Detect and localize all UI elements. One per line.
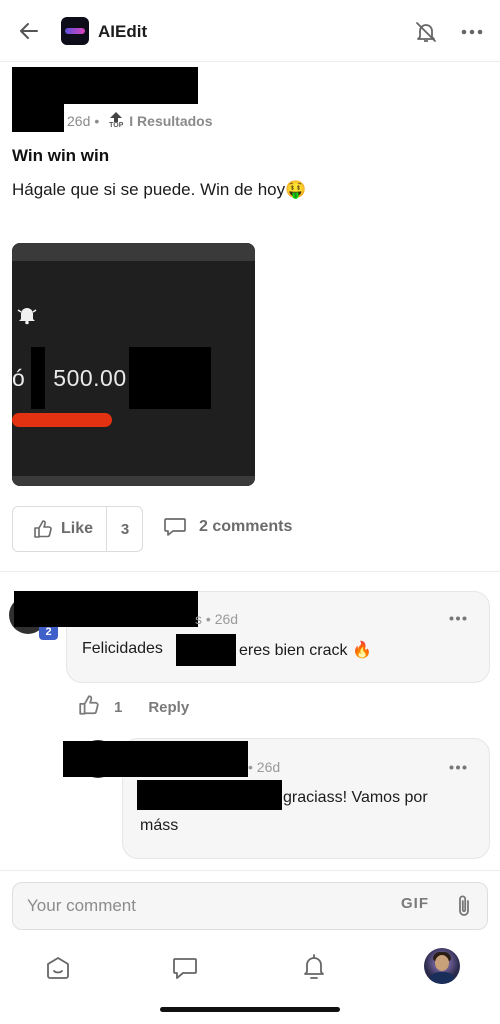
comment-text-end: eres bien crack 🔥	[239, 642, 372, 659]
chat-icon[interactable]	[171, 954, 199, 982]
top-label: TOP	[109, 122, 124, 129]
comment-like-count: 1	[114, 698, 123, 716]
redacted-commenter-name	[14, 591, 198, 627]
reply-meta: • 26d	[248, 759, 280, 775]
profile-avatar[interactable]	[424, 948, 460, 984]
app-title[interactable]: AIEdit	[98, 22, 147, 42]
notifications-off-icon[interactable]	[412, 18, 440, 46]
comment-actions: 1 Reply	[78, 694, 189, 720]
home-icon[interactable]	[44, 954, 72, 982]
like-button[interactable]: Like	[13, 507, 106, 551]
redacted-mention	[176, 634, 236, 666]
section-divider	[0, 571, 500, 572]
reply-more-icon[interactable]	[446, 759, 470, 775]
composer-divider	[0, 870, 500, 871]
reply-text-line1: graciass! Vamos por	[283, 789, 428, 806]
amount-value: 500.00	[53, 365, 127, 391]
meta-separator: •	[94, 112, 100, 129]
like-label: Like	[61, 520, 94, 537]
red-scribble	[12, 413, 112, 427]
reply-button[interactable]: Reply	[148, 699, 189, 716]
top-rank-icon: TOP	[109, 112, 123, 129]
back-arrow-icon[interactable]	[14, 16, 44, 46]
comment-more-icon[interactable]	[446, 610, 470, 626]
gif-button[interactable]: GIF	[401, 895, 429, 912]
home-indicator[interactable]	[160, 1007, 340, 1012]
comment-text-start: Felicidades	[82, 640, 163, 657]
post-image[interactable]: ó 500.00	[12, 243, 255, 486]
bell-icon	[17, 305, 37, 325]
comment-meta: s • 26d	[195, 611, 238, 627]
top-bar: AIEdit	[0, 0, 500, 62]
comments-label: 2 comments	[199, 518, 293, 535]
comment-bubble-icon	[164, 518, 186, 536]
post-category[interactable]: I Resultados	[129, 113, 212, 129]
post-meta: 26d • TOP I Resultados	[67, 112, 213, 129]
comment-like-icon[interactable]	[78, 694, 100, 720]
comment-composer: GIF	[12, 882, 488, 930]
meta-separator: •	[248, 759, 253, 775]
post-body: Hágale que si se puede. Win de hoy🤑	[12, 180, 307, 199]
comment-input[interactable]	[27, 883, 387, 929]
comment-time: 26d	[214, 611, 239, 627]
app-logo-icon[interactable]	[61, 17, 89, 45]
paperclip-icon[interactable]	[453, 893, 475, 919]
more-horizontal-icon[interactable]	[458, 18, 486, 46]
amount-prefix: ó	[12, 365, 26, 391]
like-count[interactable]: 3	[107, 507, 143, 551]
meta-separator: •	[205, 611, 211, 627]
image-bottom-band	[12, 476, 255, 486]
comments-button[interactable]: 2 comments	[163, 517, 292, 537]
redacted-reply-name	[63, 741, 248, 777]
redacted-reply-mention	[137, 780, 282, 810]
redacted-author-avatar	[12, 100, 64, 132]
commenter-name-tail: s	[195, 611, 202, 627]
image-amount: ó 500.00	[12, 365, 127, 392]
image-top-band	[12, 243, 255, 261]
reply-time: 26d	[256, 759, 281, 775]
redacted-image-region-a	[31, 347, 45, 409]
post-title: Win win win	[12, 146, 110, 165]
redacted-author-name	[12, 67, 198, 104]
reply-text-line2: máss	[140, 817, 179, 834]
like-control: Like 3	[12, 506, 143, 552]
notifications-icon[interactable]	[300, 952, 328, 982]
avatar-face	[435, 955, 449, 971]
redacted-image-region-b	[129, 347, 211, 409]
thumbs-up-icon	[34, 520, 52, 538]
avatar-shirt	[429, 972, 455, 984]
post-time: 26d	[67, 112, 91, 129]
